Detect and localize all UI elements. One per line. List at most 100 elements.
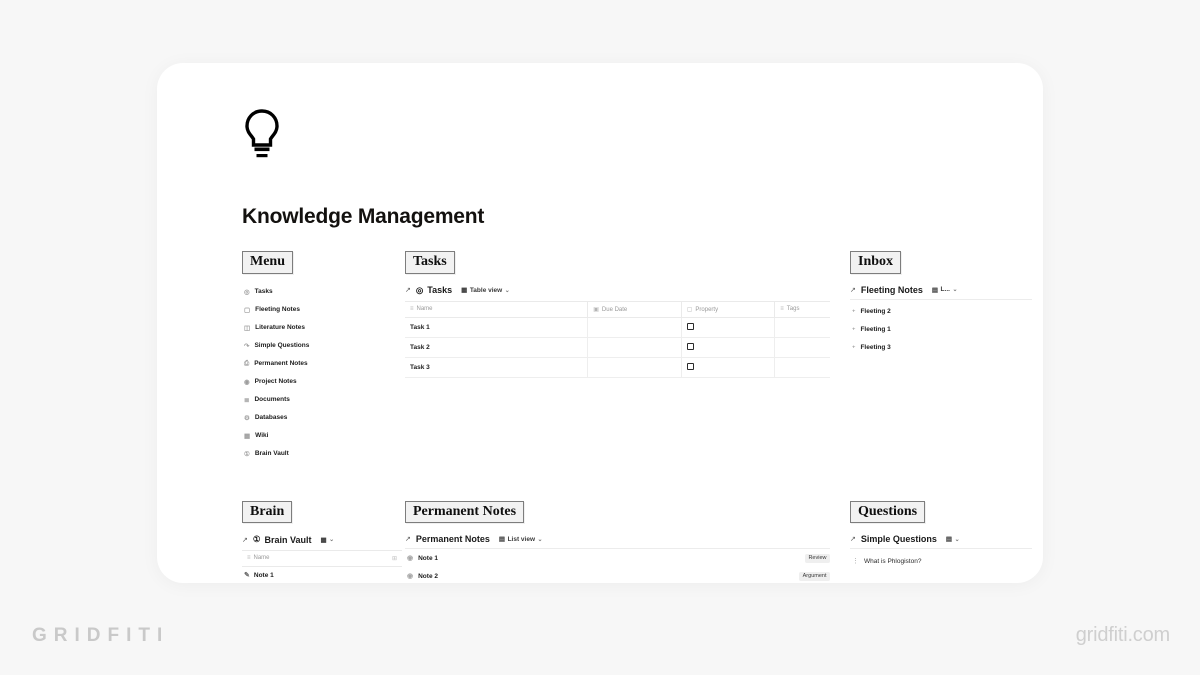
list-view-icon: ▤ [498,536,506,543]
menu-section: Menu ◎ Tasks ▢ Fleeting Notes ◫ Literatu… [242,251,402,463]
brain-view-selector[interactable]: ▦ ⌄ [321,536,335,544]
table-row[interactable]: ✎ Note 1 [242,566,402,583]
page-title: Knowledge Management [242,205,485,228]
cell-tags[interactable] [774,337,830,358]
questions-divider [850,548,1032,549]
edit-note-icon: ✎ [244,572,250,579]
view-label: L... [940,286,950,293]
tasks-table: ≡ Name ▣ Due Date ▢ Property ≡ Tags Task… [405,300,830,378]
inbox-list: ⁺ Fleeting 2 ⁺ Fleeting 1 ⁺ Fleeting 3 [850,303,1032,357]
sidebar-item-databases[interactable]: ⚙ Databases [242,409,402,427]
tasks-db-title: Tasks [427,285,453,295]
sidebar-item-documents[interactable]: ≣ Documents [242,391,402,409]
permanent-notes-db-title: Permanent Notes [415,534,490,544]
list-item[interactable]: ⋮ What is Phlogiston? [850,552,1032,570]
sidebar-item-literature-notes[interactable]: ◫ Literature Notes [242,319,402,337]
menu-item-label: Literature Notes [255,324,306,331]
inbox-badge: Inbox [850,251,902,274]
column-header-name[interactable]: ≡ Name ⊞ [242,550,402,567]
sidebar-item-simple-questions[interactable]: ↷ Simple Questions [242,337,402,355]
table-icon: ▦ [320,536,327,544]
table-row[interactable]: Task 2 [405,337,830,358]
column-header-property[interactable]: ▢ Property [681,300,776,318]
column-header-due-date[interactable]: ▣ Due Date [587,300,682,318]
inbox-db-header[interactable]: ↗ Fleeting Notes ▤ L... ⌄ [850,285,1032,295]
sidebar-item-fleeting-notes[interactable]: ▢ Fleeting Notes [242,301,402,319]
sidebar-item-wiki[interactable]: ▦ Wiki [242,427,402,445]
menu-item-label: Wiki [255,432,269,439]
cell-name: Task 3 [405,357,589,378]
inbox-view-selector[interactable]: ▤ L... ⌄ [932,286,958,294]
column-header-tags[interactable]: ≡ Tags [774,300,830,318]
chevron-down-icon: ⌄ [537,536,543,543]
list-item[interactable]: ◉ Note 1 Review [405,549,830,567]
list-item-label: Fleeting 3 [860,344,891,351]
questions-db-header[interactable]: ↗ Simple Questions ▤ ⌄ [850,534,1032,544]
brain-section: Brain ↗ ① Brain Vault ▦ ⌄ ≡ Name ⊞ ✎ Not… [242,500,402,583]
refresh-icon: ↷ [244,342,250,350]
list-item-label: What is Phlogiston? [864,557,922,565]
menu-item-label: Databases [254,414,288,421]
grid-icon: ▦ [244,432,251,440]
menu-item-label: Documents [254,396,290,403]
chevron-down-icon: ⌄ [952,287,958,293]
list-item[interactable]: ⁺ Fleeting 1 [850,321,1032,339]
notion-page-card: Knowledge Management Menu ◎ Tasks ▢ Flee… [157,63,1043,583]
page-bullet-icon: ◉ [407,555,414,562]
list-item[interactable]: ⁺ Fleeting 3 [850,339,1032,357]
list-item-label: Fleeting 1 [860,326,891,333]
table-icon: ▦ [461,287,468,294]
page-content: Knowledge Management Menu ◎ Tasks ▢ Flee… [242,108,1032,583]
table-row[interactable]: Task 3 [405,357,830,378]
checkbox-icon[interactable] [686,322,694,330]
table-row[interactable]: Task 1 [405,317,830,338]
layers-icon: ≣ [244,396,250,404]
sidebar-item-permanent-notes[interactable]: ⎙ Permanent Notes [242,355,402,373]
checkbox-icon: ▢ [686,306,693,313]
list-item-label: Fleeting 2 [860,308,891,315]
title-icon: ≡ [410,306,414,312]
checkbox-icon[interactable] [686,362,694,370]
cell-tags[interactable] [774,317,830,338]
chevron-down-icon: ⌄ [329,537,335,543]
list-item[interactable]: ⁺ Fleeting 2 [850,303,1032,321]
status-badge: Review [804,553,830,563]
dashboard-grid: Menu ◎ Tasks ▢ Fleeting Notes ◫ Literatu… [242,251,1032,583]
cell-name: Task 1 [405,317,589,338]
cell-due-date[interactable] [587,357,682,378]
title-icon: ≡ [247,555,251,561]
questions-view-selector[interactable]: ▤ ⌄ [946,535,960,543]
cell-property[interactable] [681,317,776,338]
brain-db-header[interactable]: ↗ ① Brain Vault ▦ ⌄ [242,534,402,545]
inbox-divider [850,298,1032,300]
questions-db-title: Simple Questions [860,534,937,544]
sidebar-item-brain-vault[interactable]: ① Brain Vault [242,445,402,463]
cell-due-date[interactable] [587,317,682,338]
cell-property[interactable] [681,337,776,358]
menu-item-label: Fleeting Notes [255,306,300,313]
open-link-icon: ↗ [850,536,856,543]
drag-handle-icon[interactable]: ⊞ [392,555,397,562]
permanent-notes-db-header[interactable]: ↗ Permanent Notes ▤ List view ⌄ [405,534,830,544]
checkbox-icon[interactable] [686,342,694,350]
lightbulb-icon [242,108,1032,165]
list-icon: ≡ [780,306,784,312]
dashboard-row-2: Brain ↗ ① Brain Vault ▦ ⌄ ≡ Name ⊞ ✎ Not… [242,500,1032,584]
open-link-icon: ↗ [850,286,856,294]
gear-icon: ⚙ [244,414,250,422]
permanent-notes-view-selector[interactable]: ▤ List view ⌄ [498,535,543,544]
copy-icon: ⎙ [244,359,250,367]
tasks-db-header[interactable]: ↗ ◎ Tasks ▦ Table view ⌄ [405,285,830,296]
list-item[interactable]: ◉ Note 2 Argument [405,567,830,583]
cell-due-date[interactable] [587,337,682,358]
brain-db-title: Brain Vault [264,534,312,545]
view-label: List view [507,535,536,543]
column-header-name[interactable]: ≡ Name [405,300,589,318]
cell-tags[interactable] [774,357,830,378]
sidebar-item-project-notes[interactable]: ◉ Project Notes [242,373,402,391]
permanent-notes-section: Permanent Notes ↗ Permanent Notes ▤ List… [405,500,830,584]
cell-property[interactable] [681,357,776,378]
stamp-icon: ▢ [244,306,251,314]
sidebar-item-tasks[interactable]: ◎ Tasks [242,283,402,301]
tasks-view-selector[interactable]: ▦ Table view ⌄ [461,286,510,295]
